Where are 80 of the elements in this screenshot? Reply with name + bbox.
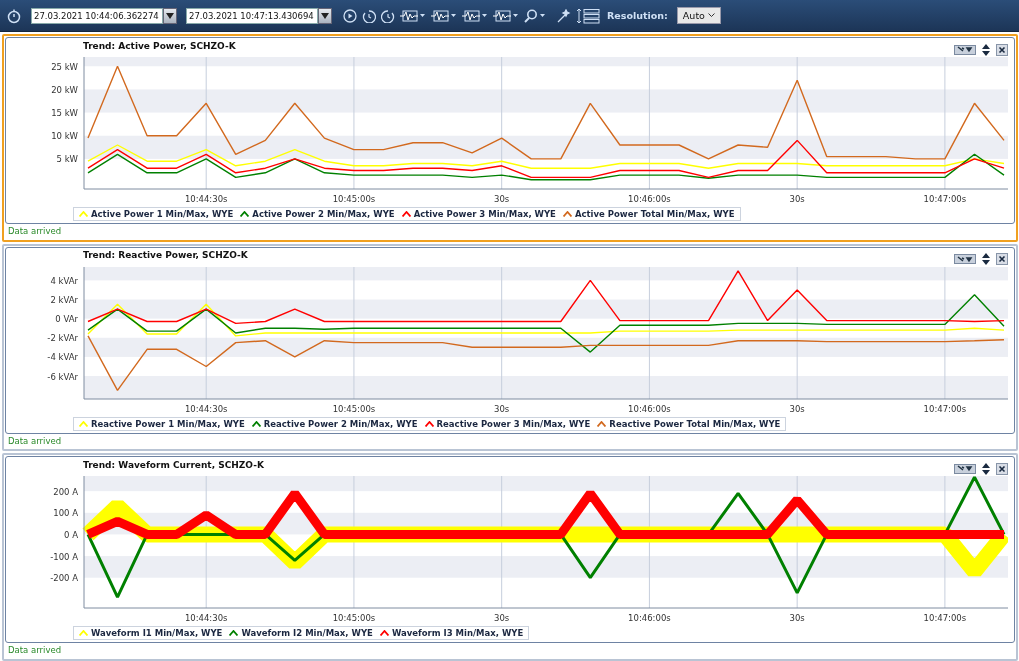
axis-tick-label: 10:45:00s <box>332 194 376 204</box>
axis-tick-label: 200 A <box>53 487 78 497</box>
up-down-icon[interactable] <box>982 462 990 475</box>
axis-tick-label: -200 A <box>50 573 78 584</box>
legend-label: Waveform I2 Min/Max, WYE <box>241 628 373 639</box>
date-field[interactable]: 27.03.2021 10:44:06.362274 <box>31 7 163 24</box>
waveform-menu-icon[interactable] <box>431 9 457 22</box>
panel-title: Trend: Waveform Current, SCHZO-K <box>83 459 264 470</box>
axis-tick-label: 100 A <box>53 508 78 519</box>
axis-tick-label: 30s <box>789 403 805 414</box>
legend-label: Active Power 2 Min/Max, WYE <box>252 209 395 219</box>
axis-tick-label: 15 kW <box>51 108 78 119</box>
search-icon[interactable] <box>524 8 546 23</box>
axis-tick-label: 30s <box>789 613 805 624</box>
axis-tick-label: 0 VAr <box>55 313 78 324</box>
settings-dropdown-button[interactable] <box>954 44 976 55</box>
legend-label: Waveform I1 Min/Max, WYE <box>91 628 223 639</box>
axis-tick-label: -4 kVAr <box>47 352 78 363</box>
status-text: Data arrived <box>7 434 63 447</box>
legend-label: Active Power 3 Min/Max, WYE <box>413 209 556 219</box>
settings-dropdown-button[interactable] <box>954 463 976 474</box>
close-icon[interactable] <box>996 462 1008 475</box>
axis-tick-label: 10 kW <box>51 131 78 142</box>
axis-tick-label: 30s <box>494 194 510 204</box>
axis-tick-label: 10:44:30s <box>184 613 228 624</box>
axis-tick-label: 10:47:00s <box>923 613 967 624</box>
legend-label: Waveform I3 Min/Max, WYE <box>391 628 524 639</box>
axis-tick-label: 10:45:00s <box>332 613 376 624</box>
dropdown-button[interactable] <box>163 7 177 24</box>
resolution-label: Resolution: <box>607 10 668 21</box>
axis-tick-label: -100 A <box>50 551 78 562</box>
caret-icon <box>166 12 174 19</box>
list-icon[interactable] <box>576 7 600 24</box>
dropdown-button[interactable] <box>318 7 332 24</box>
stopwatch-icon[interactable] <box>6 7 22 24</box>
rewind-icon[interactable] <box>362 8 376 23</box>
up-down-icon[interactable] <box>982 253 990 266</box>
axis-tick-label: 30s <box>494 613 510 624</box>
axis-tick-label: 10:44:30s <box>184 194 228 204</box>
legend-label: Reactive Power Total Min/Max, WYE <box>609 418 781 429</box>
resolution-select[interactable]: Auto <box>676 7 721 24</box>
axis-tick-label: 5 kW <box>56 154 78 165</box>
legend-label: Active Power 1 Min/Max, WYE <box>91 209 234 219</box>
caret-icon <box>321 12 329 19</box>
up-down-icon[interactable] <box>982 43 990 56</box>
forward-icon[interactable] <box>381 8 395 23</box>
axis-tick-label: 4 kVAr <box>50 275 78 286</box>
axis-tick-label: 10:47:00s <box>923 403 967 414</box>
legend-label: Reactive Power 1 Min/Max, WYE <box>91 418 245 429</box>
waveform-menu-icon[interactable] <box>462 9 488 22</box>
axis-tick-label: 0 A <box>64 530 78 541</box>
axis-tick-label: 10:46:00s <box>628 403 671 414</box>
waveform-menu-icon[interactable] <box>400 9 426 22</box>
axis-tick-label: 10:47:00s <box>923 194 967 204</box>
axis-tick-label: 10:44:30s <box>184 403 228 414</box>
axis-tick-label: 2 kVAr <box>50 294 78 305</box>
axis-tick-label: 30s <box>789 194 805 204</box>
axis-tick-label: 10:46:00s <box>628 613 671 624</box>
play-icon[interactable] <box>343 8 357 23</box>
axis-tick-label: -2 kVAr <box>47 332 78 343</box>
legend-label: Reactive Power 3 Min/Max, WYE <box>436 418 591 429</box>
panel-title: Trend: Active Power, SCHZO-K <box>83 40 236 51</box>
axis-tick-label: 30s <box>494 403 510 414</box>
legend-label: Reactive Power 2 Min/Max, WYE <box>263 418 418 429</box>
status-text: Data arrived <box>7 225 63 237</box>
axis-tick-label: 20 kW <box>51 84 78 95</box>
axis-tick-label: 25 kW <box>51 61 78 72</box>
axis-tick-label: 10:45:00s <box>332 403 376 414</box>
date-field[interactable]: 27.03.2021 10:47:13.430694 <box>186 7 318 24</box>
axis-tick-label: 10:46:00s <box>628 194 671 204</box>
wand-icon[interactable] <box>557 8 571 23</box>
panel-title: Trend: Reactive Power, SCHZO-K <box>83 250 248 261</box>
status-text: Data arrived <box>7 644 63 657</box>
legend-label: Active Power Total Min/Max, WYE <box>574 209 735 219</box>
settings-dropdown-button[interactable] <box>954 254 976 265</box>
chevron-icon <box>707 13 715 18</box>
axis-tick-label: -6 kVAr <box>47 371 78 382</box>
waveform-menu-icon[interactable] <box>493 9 519 22</box>
close-icon[interactable] <box>996 253 1008 266</box>
close-icon[interactable] <box>996 43 1008 56</box>
